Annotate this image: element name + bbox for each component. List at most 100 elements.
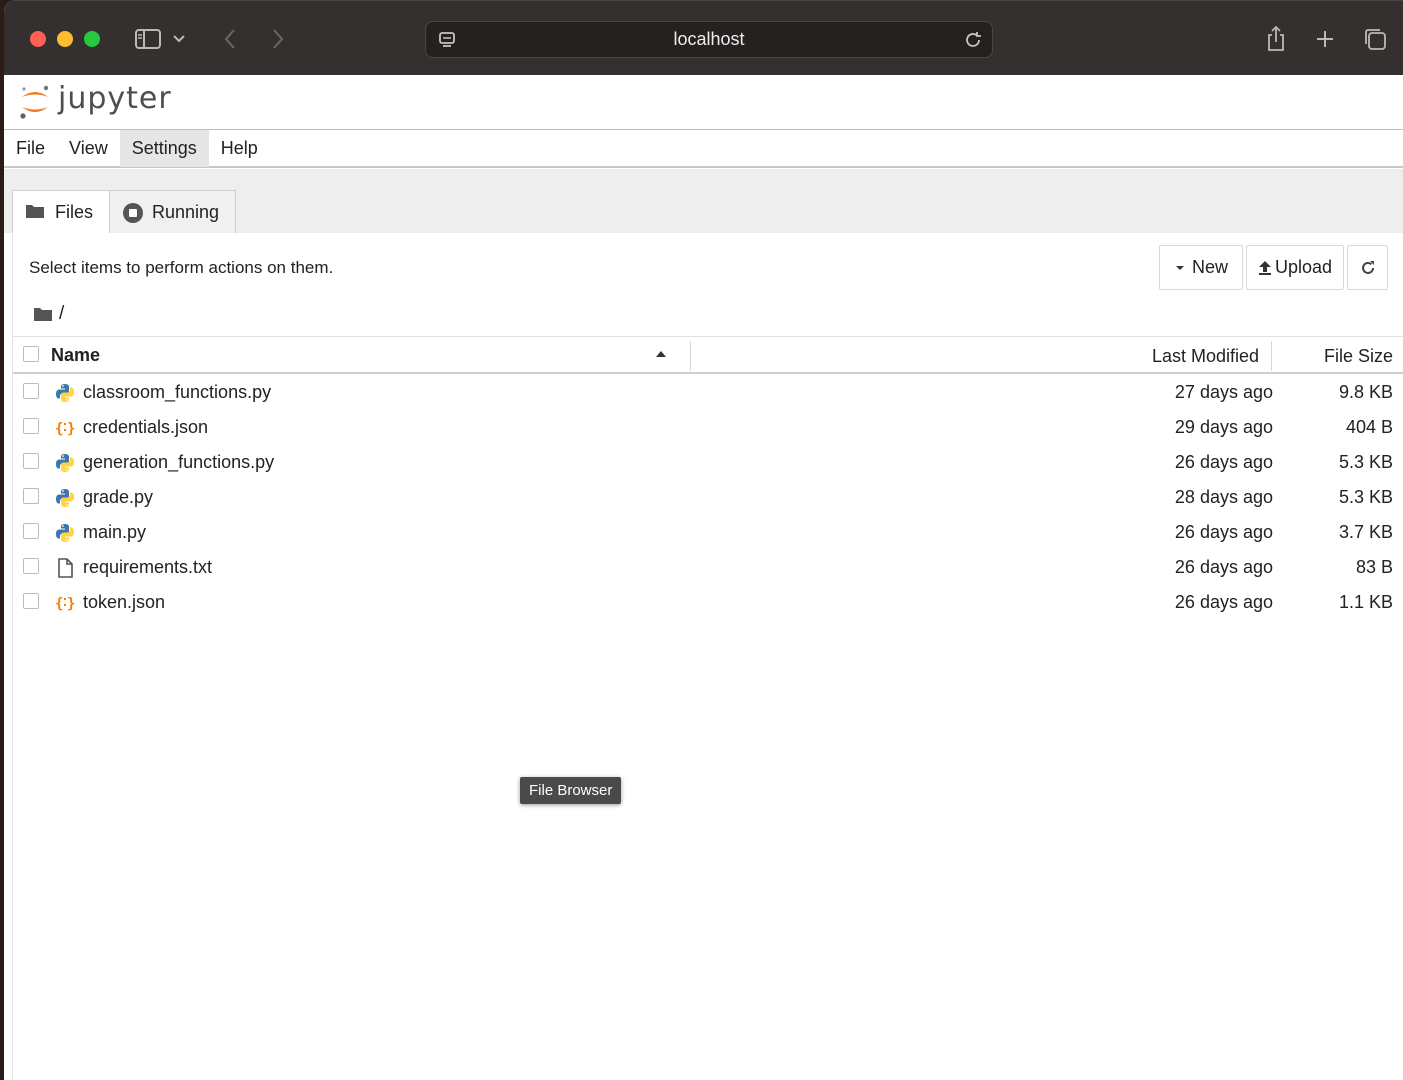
column-divider <box>690 341 691 371</box>
maximize-window-button[interactable] <box>84 31 100 47</box>
row-checkbox[interactable] <box>23 453 39 469</box>
tab-running-label: Running <box>152 201 220 222</box>
new-button[interactable]: New <box>1159 245 1243 290</box>
file-name[interactable]: grade.py <box>83 487 153 508</box>
column-file-size-header[interactable]: File Size <box>1324 346 1393 367</box>
svg-text:}: } <box>67 596 75 612</box>
column-name-header[interactable]: Name <box>51 345 100 366</box>
file-name[interactable]: generation_functions.py <box>83 452 274 473</box>
jupyter-wordmark: jupyter <box>58 81 172 116</box>
column-divider <box>1271 341 1272 371</box>
refresh-button[interactable] <box>1347 245 1388 290</box>
select-all-checkbox[interactable] <box>23 346 39 362</box>
breadcrumb-path[interactable]: / <box>59 303 64 325</box>
sidebar-toggle-icon[interactable] <box>132 23 164 55</box>
upload-button-label: Upload <box>1274 257 1333 277</box>
file-row[interactable]: classroom_functions.py 27 days ago 9.8 K… <box>13 375 1403 410</box>
upload-button[interactable]: Upload <box>1246 245 1344 290</box>
row-checkbox[interactable] <box>23 558 39 574</box>
column-last-modified-header[interactable]: Last Modified <box>1152 346 1259 367</box>
jupyter-logo-icon[interactable] <box>18 83 52 121</box>
file-size: 9.8 KB <box>1338 382 1393 402</box>
file-modified: 28 days ago <box>1174 487 1273 507</box>
file-name[interactable]: main.py <box>83 522 146 543</box>
text-file-icon <box>58 558 73 578</box>
close-window-button[interactable] <box>30 31 46 47</box>
minimize-window-button[interactable] <box>57 31 73 47</box>
menu-file[interactable]: File <box>4 130 57 167</box>
tab-running[interactable]: Running <box>109 190 236 233</box>
running-stop-icon <box>122 202 143 223</box>
file-browser-tooltip: File Browser <box>520 777 622 804</box>
address-bar[interactable]: localhost <box>425 21 993 58</box>
file-size: 83 B <box>1355 557 1393 577</box>
python-file-icon <box>56 524 74 542</box>
row-checkbox[interactable] <box>23 593 39 609</box>
file-modified: 26 days ago <box>1174 557 1273 577</box>
file-name[interactable]: token.json <box>83 592 165 613</box>
svg-text:{: { <box>55 421 63 437</box>
tab-files-label: Files <box>55 201 94 222</box>
forward-icon[interactable] <box>262 23 294 55</box>
back-icon[interactable] <box>214 23 246 55</box>
json-file-icon: {} <box>55 596 75 612</box>
svg-text:{: { <box>55 596 63 612</box>
file-name[interactable]: classroom_functions.py <box>83 382 271 403</box>
json-file-icon: {} <box>55 421 75 437</box>
file-name[interactable]: requirements.txt <box>83 557 212 578</box>
caret-down-icon <box>1175 265 1184 270</box>
file-size: 404 B <box>1345 417 1393 437</box>
svg-text:}: } <box>67 421 75 437</box>
tab-bar: Files Running <box>4 169 1403 233</box>
reload-icon[interactable] <box>962 29 984 51</box>
file-list-header: Name Last Modified File Size <box>13 336 1403 374</box>
share-icon[interactable] <box>1260 23 1292 55</box>
browser-toolbar: localhost <box>4 0 1403 75</box>
new-tab-icon[interactable] <box>1309 23 1341 55</box>
file-modified: 26 days ago <box>1174 522 1273 542</box>
upload-icon <box>1258 260 1271 275</box>
file-size: 5.3 KB <box>1338 452 1393 472</box>
file-list: classroom_functions.py 27 days ago 9.8 K… <box>13 375 1403 620</box>
file-row[interactable]: requirements.txt 26 days ago 83 B <box>13 550 1403 585</box>
file-row[interactable]: main.py 26 days ago 3.7 KB <box>13 515 1403 550</box>
file-row[interactable]: generation_functions.py 26 days ago 5.3 … <box>13 445 1403 480</box>
file-size: 1.1 KB <box>1338 592 1393 612</box>
row-checkbox[interactable] <box>23 383 39 399</box>
sort-ascending-icon[interactable] <box>655 348 667 360</box>
file-row[interactable]: grade.py 28 days ago 5.3 KB <box>13 480 1403 515</box>
tab-overview-icon[interactable] <box>1359 23 1391 55</box>
python-file-icon <box>56 489 74 507</box>
file-modified: 27 days ago <box>1174 382 1273 402</box>
file-row[interactable]: {} token.json 26 days ago 1.1 KB <box>13 585 1403 620</box>
file-modified: 26 days ago <box>1174 452 1273 472</box>
menu-view[interactable]: View <box>57 130 120 167</box>
chevron-down-icon[interactable] <box>169 23 189 55</box>
tab-files[interactable]: Files <box>12 190 110 233</box>
jupyter-header: jupyter <box>4 75 1403 130</box>
page-menu-icon[interactable] <box>436 29 458 51</box>
python-file-icon <box>56 454 74 472</box>
menu-help[interactable]: Help <box>209 130 270 167</box>
file-row[interactable]: {} credentials.json 29 days ago 404 B <box>13 410 1403 445</box>
file-size: 3.7 KB <box>1338 522 1393 542</box>
python-file-icon <box>56 384 74 402</box>
menu-bar: File View Settings Help <box>4 130 1403 168</box>
row-checkbox[interactable] <box>23 523 39 539</box>
root-folder-icon[interactable] <box>33 306 53 322</box>
file-size: 5.3 KB <box>1338 487 1393 507</box>
folder-icon <box>25 202 45 222</box>
selection-hint: Select items to perform actions on them. <box>29 258 334 277</box>
menu-settings[interactable]: Settings <box>119 130 209 167</box>
breadcrumb: / <box>33 303 64 325</box>
refresh-icon <box>1361 260 1374 274</box>
file-browser: Select items to perform actions on them.… <box>12 233 1403 1080</box>
file-name[interactable]: credentials.json <box>83 417 208 438</box>
browser-window: localhost jupyter File View Settings Hel… <box>4 0 1403 1080</box>
row-checkbox[interactable] <box>23 488 39 504</box>
file-modified: 29 days ago <box>1174 417 1273 437</box>
row-checkbox[interactable] <box>23 418 39 434</box>
new-button-label: New <box>1191 257 1228 277</box>
url-text: localhost <box>673 29 745 49</box>
file-modified: 26 days ago <box>1174 592 1273 612</box>
